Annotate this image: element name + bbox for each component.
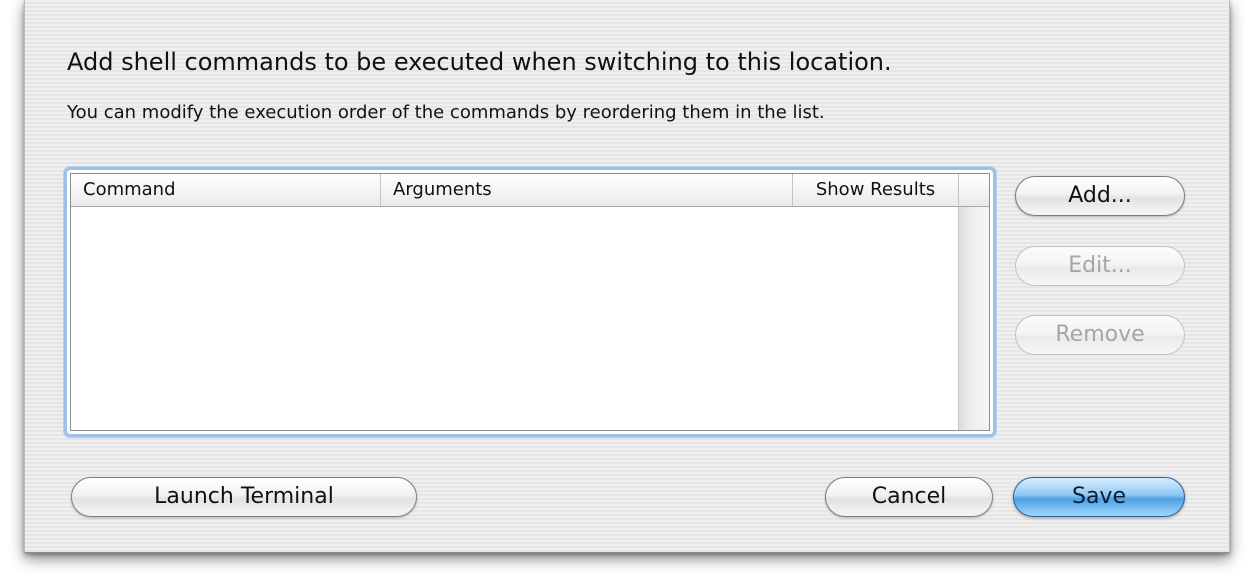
column-header-command[interactable]: Command <box>71 174 381 206</box>
column-header-corner <box>959 174 989 206</box>
sheet-headline: Add shell commands to be executed when s… <box>67 48 892 76</box>
table-body[interactable] <box>71 207 989 430</box>
screen: Add shell commands to be executed when s… <box>0 0 1248 577</box>
column-header-show-results[interactable]: Show Results <box>793 174 959 206</box>
sheet-instructions: You can modify the execution order of th… <box>67 102 825 123</box>
table-header: Command Arguments Show Results <box>71 174 989 207</box>
vertical-scrollbar[interactable] <box>958 207 989 430</box>
commands-table-focus-ring: Command Arguments Show Results <box>67 170 993 434</box>
column-header-arguments[interactable]: Arguments <box>381 174 793 206</box>
cancel-button[interactable]: Cancel <box>825 477 993 517</box>
launch-terminal-button[interactable]: Launch Terminal <box>71 477 417 517</box>
save-button[interactable]: Save <box>1013 477 1185 517</box>
remove-button[interactable]: Remove <box>1015 315 1185 355</box>
commands-table[interactable]: Command Arguments Show Results <box>70 173 990 431</box>
add-button[interactable]: Add... <box>1015 176 1185 216</box>
edit-button[interactable]: Edit... <box>1015 246 1185 286</box>
location-commands-sheet: Add shell commands to be executed when s… <box>24 0 1230 553</box>
